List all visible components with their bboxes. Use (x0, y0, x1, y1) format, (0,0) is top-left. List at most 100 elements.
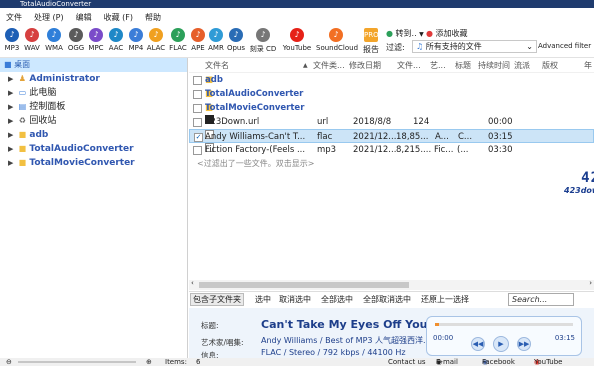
select-button[interactable]: 选中 (255, 294, 271, 305)
row-checkbox[interactable] (193, 118, 202, 127)
table-row[interactable]: ■ adb (189, 73, 594, 87)
format-button-mp3[interactable]: ♪ MP3 (2, 28, 22, 52)
play-icon[interactable]: ▶ (493, 336, 509, 352)
column-header-year[interactable]: 年 (584, 58, 592, 73)
deselect-button[interactable]: 取消选中 (279, 294, 311, 305)
advanced-filter-button[interactable]: Advanced filter (538, 42, 591, 50)
table-row[interactable]: Fiction Factory-(Feels ... mp3 2021/12..… (189, 143, 594, 157)
selection-action-bar: 包含子文件夹 选中 取消选中 全部选中 全部取消选中 还原上一选择 Search… (189, 291, 594, 307)
row-checkbox[interactable] (193, 104, 202, 113)
format-button-aac[interactable]: ♪ AAC (106, 28, 126, 52)
recycle-bin-icon: ♻ (18, 116, 26, 125)
menu-favorites[interactable]: 收藏 (F) (104, 12, 133, 23)
zoom-slider[interactable] (18, 361, 136, 363)
control-panel-icon: ▤ (18, 102, 27, 111)
playback-progress-fill (435, 323, 439, 326)
format-button-soundcloud[interactable]: ♪ SoundCloud (316, 28, 358, 52)
select-all-button[interactable]: 全部选中 (321, 294, 353, 305)
column-header-duration[interactable]: 持续时间 (478, 58, 510, 73)
format-button-wma[interactable]: ♪ WMA (44, 28, 64, 52)
include-subfolders-toggle[interactable]: 包含子文件夹 (190, 293, 244, 306)
scrollbar-thumb[interactable] (199, 282, 409, 288)
menu-help[interactable]: 帮助 (145, 12, 161, 23)
add-favorite-button[interactable]: ● 添加收藏 (426, 28, 468, 39)
format-button-ape[interactable]: ♪ APE (188, 28, 208, 52)
filter-value: 所有支持的文件 (425, 42, 482, 51)
row-checkbox-checked[interactable]: ✓ (194, 133, 203, 142)
scroll-left-icon[interactable]: ‹ (191, 279, 194, 287)
search-input[interactable]: Search... (508, 293, 574, 306)
column-header-size[interactable]: 文件... (397, 58, 421, 73)
burn-cd-icon: ♪ (256, 28, 270, 42)
row-checkbox[interactable] (193, 76, 202, 85)
column-header-title[interactable]: 标题 (455, 58, 471, 73)
desktop-icon: ■ (4, 60, 12, 69)
tree-item-totalaudioconverter[interactable]: ▶ ■ TotalAudioConverter (0, 142, 187, 156)
format-label: FLAC (169, 44, 187, 52)
menu-process[interactable]: 处理 (P) (34, 12, 64, 23)
column-header-type[interactable]: 文件类... (313, 58, 345, 73)
restore-selection-button[interactable]: 还原上一选择 (421, 294, 469, 305)
format-button-alac[interactable]: ♪ ALAC (146, 28, 166, 52)
format-label: 刻录 CD (249, 45, 277, 53)
table-row[interactable]: ■ TotalAudioConverter (189, 87, 594, 101)
format-button-mpc[interactable]: ♪ MPC (86, 28, 106, 52)
format-button-youtube[interactable]: ♪ YouTube (282, 28, 312, 52)
expand-arrow-icon[interactable]: ▶ (8, 159, 13, 167)
tree-item-totalmovieconverter[interactable]: ▶ ■ TotalMovieConverter (0, 156, 187, 170)
table-row[interactable]: ■ TotalMovieConverter (189, 101, 594, 115)
format-button-mp4[interactable]: ♪ MP4 (126, 28, 146, 52)
format-button-flac[interactable]: ♪ FLAC (168, 28, 188, 52)
table-row-selected[interactable]: ✓ Andy Williams-Can't T... flac 2021/12.… (189, 129, 594, 143)
column-header-filename[interactable]: 文件名 (205, 58, 229, 73)
tree-item-label: 此电脑 (29, 88, 57, 98)
menu-file[interactable]: 文件 (6, 12, 22, 23)
chevron-down-icon: ▼ (419, 31, 424, 38)
column-header-artist[interactable]: 艺... (430, 58, 446, 73)
row-checkbox[interactable] (193, 146, 202, 155)
tree-item-control-panel[interactable]: ▶ ▤ 控制面板 (0, 100, 187, 114)
format-label: AAC (108, 44, 124, 52)
deselect-all-button[interactable]: 全部取消选中 (363, 294, 411, 305)
column-header-copyright[interactable]: 版权 (542, 58, 558, 73)
format-button-opus[interactable]: ♪ Opus (226, 28, 246, 52)
fast-forward-icon[interactable]: ▶▶ (517, 337, 531, 351)
format-button-刻录-cd[interactable]: ♪ 刻录 CD (248, 28, 278, 54)
scroll-right-icon[interactable]: › (589, 279, 592, 287)
report-button[interactable]: PRO 报告 (362, 28, 380, 55)
tree-item-this-pc[interactable]: ▶ ▭ 此电脑 (0, 86, 187, 100)
expand-arrow-icon[interactable]: ▶ (8, 89, 13, 97)
expand-arrow-icon[interactable]: ▶ (8, 131, 13, 139)
row-checkbox[interactable] (193, 90, 202, 99)
zoom-out-icon[interactable]: ⊖ (6, 358, 12, 366)
expand-arrow-icon[interactable]: ▶ (8, 145, 13, 153)
row-title: C... (458, 132, 473, 142)
column-header-genre[interactable]: 流派 (514, 58, 530, 73)
format-button-amr[interactable]: ♪ AMR (206, 28, 226, 52)
column-header-date[interactable]: 修改日期 (349, 58, 381, 73)
folder-tree[interactable]: ■ 桌面 ▶ ♟ Administrator ▶ ▭ 此电脑 ▶ ▤ 控制面板 ▶ ♻ 回收站 … (0, 58, 188, 358)
expand-arrow-icon[interactable]: ▶ (8, 75, 13, 83)
table-row[interactable]: 423Down.url url 2018/8/8 124 00:00 (189, 115, 594, 129)
rewind-icon[interactable]: ◀◀ (471, 337, 485, 351)
expand-arrow-icon[interactable]: ▶ (8, 117, 13, 125)
contact-us-label: Contact us (388, 358, 426, 366)
items-count: 6 (196, 358, 201, 366)
horizontal-scrollbar[interactable]: ‹ › (189, 279, 594, 290)
convert-to-button[interactable]: ● 转到.. ▼ (386, 28, 424, 39)
format-button-wav[interactable]: ♪ WAV (22, 28, 42, 52)
tree-item-recycle-bin[interactable]: ▶ ♻ 回收站 (0, 114, 187, 128)
heart-icon: ● (426, 29, 433, 38)
watermark-big: 423 (581, 170, 594, 186)
expand-arrow-icon[interactable]: ▶ (8, 103, 13, 111)
row-title: (... (457, 145, 469, 155)
tree-item-adb[interactable]: ▶ ■ adb (0, 128, 187, 142)
menu-edit[interactable]: 编辑 (76, 12, 92, 23)
filtered-hint[interactable]: <过滤出了一些文件。双击显示> (189, 157, 594, 171)
tree-item-administrator[interactable]: ▶ ♟ Administrator (0, 72, 187, 86)
zoom-in-icon[interactable]: ⊕ (146, 358, 152, 366)
tree-root-desktop[interactable]: ■ 桌面 (0, 58, 187, 72)
format-button-ogg[interactable]: ♪ OGG (66, 28, 86, 52)
playback-progress[interactable] (435, 323, 573, 326)
filter-select[interactable]: ♫ 所有支持的文件 ⌄ (412, 40, 537, 53)
